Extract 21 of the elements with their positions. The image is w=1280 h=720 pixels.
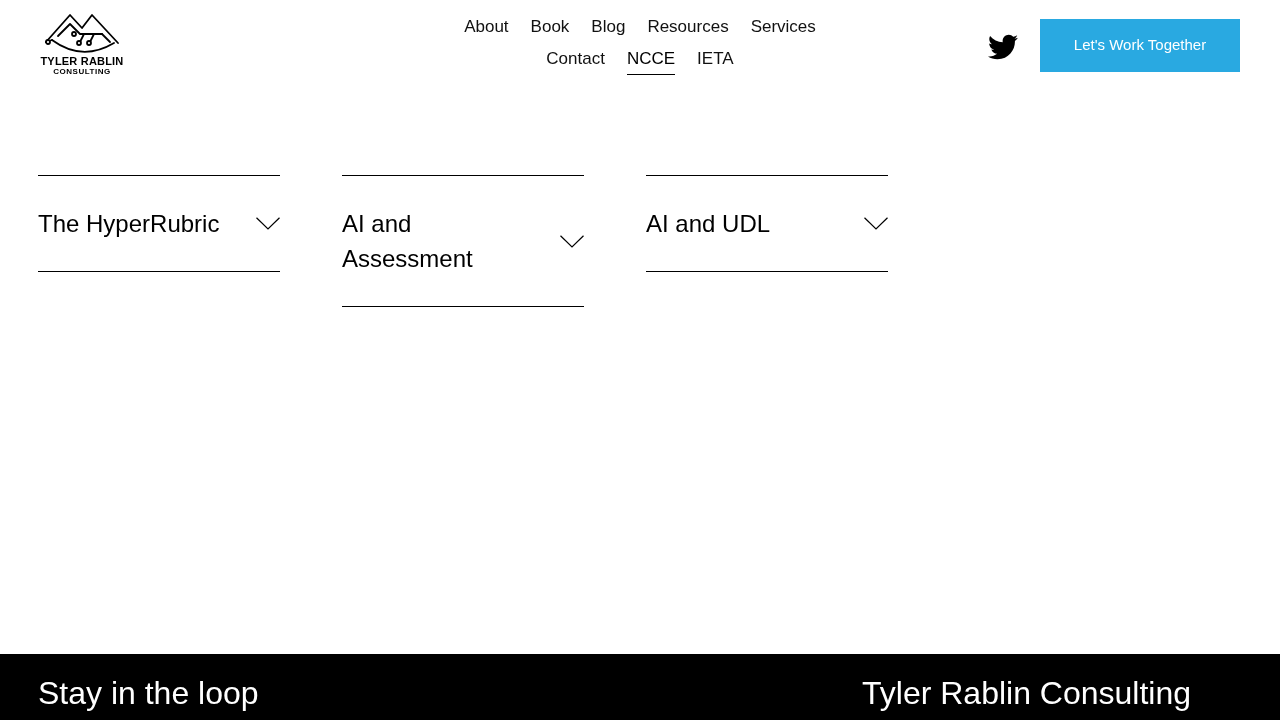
accordion-item[interactable]: AI and Assessment: [342, 175, 584, 307]
logo-wordmark: TYLER RABLIN: [40, 55, 124, 67]
nav-link[interactable]: About: [464, 14, 509, 40]
nav-link[interactable]: Book: [530, 14, 570, 40]
accordion-item[interactable]: AI and UDL: [646, 175, 888, 272]
nav-link[interactable]: Blog: [591, 14, 626, 40]
nav-link[interactable]: Resources: [647, 14, 729, 40]
twitter-bird-icon[interactable]: [988, 32, 1018, 62]
logo-link[interactable]: TYLER RABLIN CONSULTING: [40, 0, 124, 76]
newsletter-heading: Stay in the loop: [38, 674, 259, 712]
nav-link[interactable]: NCCE: [626, 46, 676, 75]
logo-tagline: CONSULTING: [53, 67, 111, 76]
accordion-item[interactable]: The HyperRubric: [38, 175, 280, 272]
accordion-title: AI and Assessment: [342, 209, 474, 274]
company-heading: Tyler Rablin Consulting: [862, 674, 1193, 712]
nav-link[interactable]: Services: [750, 14, 816, 40]
accordion-title: AI and UDL: [646, 209, 772, 239]
nav-link[interactable]: Contact: [546, 46, 605, 72]
mountain-circuit-logo-icon: [44, 12, 120, 54]
nav-link[interactable]: IETA: [697, 46, 734, 72]
accordion-title: The HyperRubric: [38, 209, 221, 239]
